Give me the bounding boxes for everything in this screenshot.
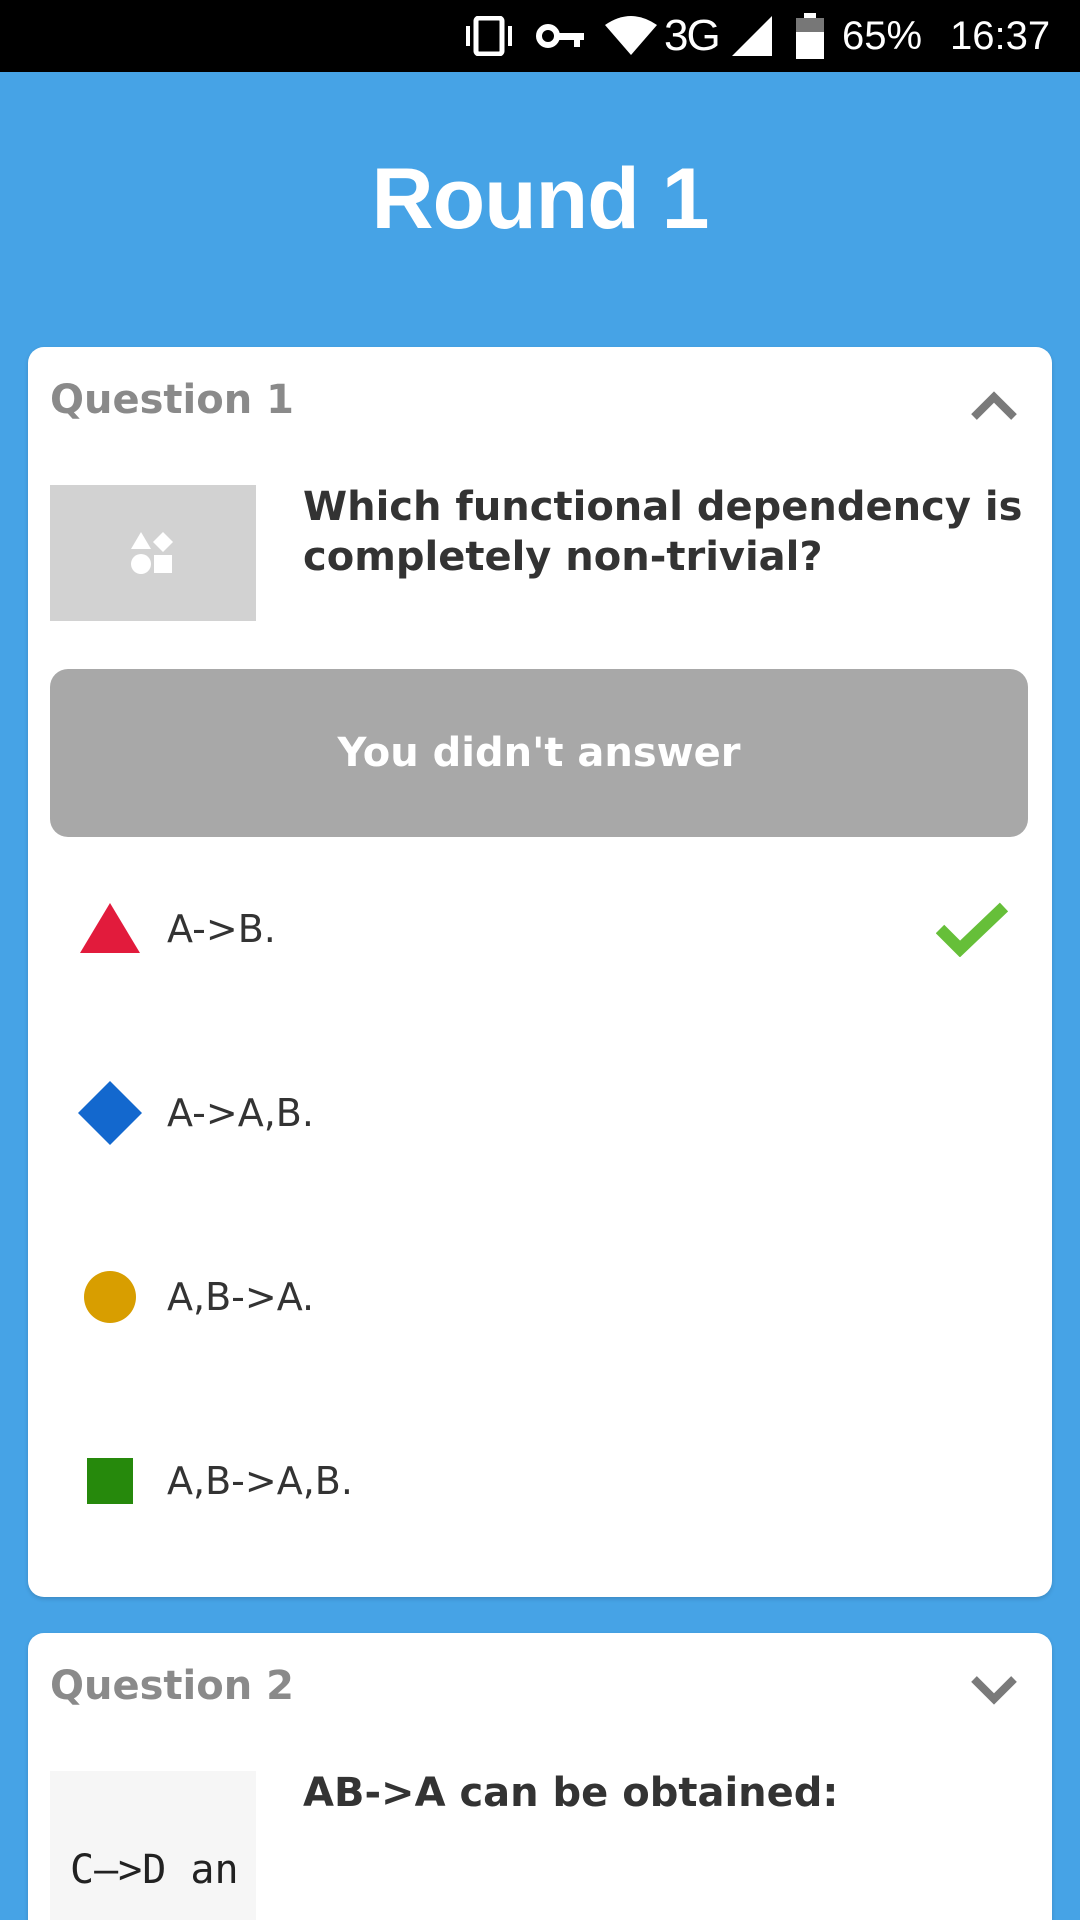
option-label: A,B->A,B.: [167, 1459, 353, 1503]
question-label: Question 2: [50, 1663, 294, 1709]
question-text: Which functional dependency is completel…: [303, 484, 1023, 580]
vpn-key-icon: [536, 0, 586, 72]
answer-option: A,B->A.: [28, 1237, 1052, 1357]
status-bar: 3G 65% 16:37: [0, 0, 1080, 72]
square-icon: [78, 1449, 142, 1513]
question-image-placeholder: [50, 485, 256, 621]
round-title: Round 1: [371, 151, 710, 247]
answer-option: A->B.: [28, 869, 1052, 989]
question-text: AB->A can be obtained:: [303, 1770, 839, 1816]
option-label: A->B.: [167, 907, 276, 951]
triangle-icon: [78, 897, 142, 961]
diamond-icon: [78, 1081, 142, 1145]
battery-percent: 65%: [842, 13, 923, 58]
question-image: C—>D an: [50, 1771, 256, 1920]
question-image-text: C—>D an: [70, 1847, 239, 1893]
answer-option: A,B->A,B.: [28, 1421, 1052, 1541]
signal-icon: [730, 0, 774, 72]
option-label: A,B->A.: [167, 1275, 315, 1319]
clock: 16:37: [950, 13, 1051, 58]
shapes-icon: [131, 532, 173, 574]
answer-result-text: You didn't answer: [337, 730, 741, 776]
option-label: A->A,B.: [167, 1091, 314, 1135]
question-card[interactable]: Question 2 C—>D an AB->A can be obtained…: [28, 1633, 1052, 1920]
answer-result-banner: You didn't answer: [50, 669, 1028, 837]
network-type: 3G: [664, 11, 721, 60]
question-label: Question 1: [50, 377, 294, 423]
chevron-down-icon[interactable]: [970, 1675, 1018, 1707]
vibrate-icon: [462, 0, 516, 72]
circle-icon: [78, 1265, 142, 1329]
battery-icon: [796, 0, 824, 72]
question-card: Question 1 Which functional dependency i…: [28, 347, 1052, 1597]
checkmark-icon: [935, 901, 1009, 958]
wifi-icon: [604, 0, 658, 72]
chevron-up-icon[interactable]: [970, 389, 1018, 421]
answer-option: A->A,B.: [28, 1053, 1052, 1173]
